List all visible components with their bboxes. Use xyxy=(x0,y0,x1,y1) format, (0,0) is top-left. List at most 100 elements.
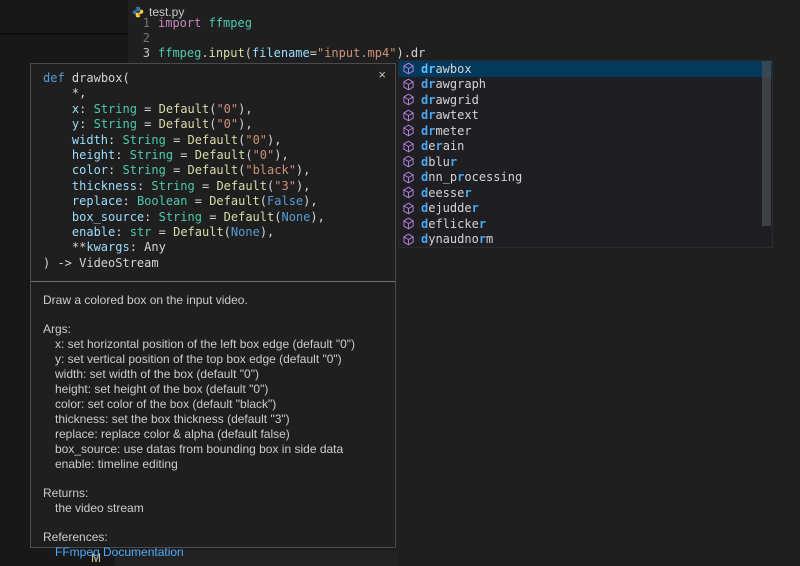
code-token: ), xyxy=(296,179,310,193)
suggestion-item[interactable]: dejudder xyxy=(399,201,772,217)
code-token: = xyxy=(173,148,195,162)
code-token: String xyxy=(122,163,165,177)
code-token: "black" xyxy=(245,163,296,177)
code-token: enable xyxy=(72,225,115,239)
code-token: "3" xyxy=(274,179,296,193)
code-token: "0" xyxy=(245,133,267,147)
code-token: ), xyxy=(267,133,281,147)
signature-line: thickness: String = Default("3"), xyxy=(43,179,375,194)
code-token: ( xyxy=(224,225,231,239)
doc-arg-line: y: set vertical position of the top box … xyxy=(55,352,383,367)
code-token: : xyxy=(79,102,93,116)
vscode-window: test.py 1import ffmpeg23ffmpeg.input(fil… xyxy=(0,0,800,566)
suggestion-item[interactable]: drawbox xyxy=(399,61,772,77)
doc-args-label: Args: xyxy=(43,322,383,337)
ffmpeg-documentation-link[interactable]: FFmpeg Documentation xyxy=(55,545,184,559)
docstring: Draw a colored box on the input video. A… xyxy=(31,282,395,560)
symbol-method-icon xyxy=(402,108,416,122)
code-token: ) -> VideoStream xyxy=(43,256,159,270)
code-token: Any xyxy=(144,240,166,254)
suggestion-item[interactable]: deesser xyxy=(399,185,772,201)
signature-line: box_source: String = Default(None), xyxy=(43,210,375,225)
symbol-method-icon xyxy=(402,155,416,169)
code-token: box_source xyxy=(72,210,144,224)
code-token: color xyxy=(72,163,108,177)
suggestion-label: deflicker xyxy=(421,217,486,231)
code-token: : xyxy=(115,225,129,239)
code-token: : xyxy=(115,148,129,162)
code-token: height xyxy=(72,148,115,162)
doc-summary: Draw a colored box on the input video. xyxy=(43,293,383,308)
signature-line: def drawbox( xyxy=(43,71,375,86)
code-token: filename xyxy=(252,46,310,60)
code-token xyxy=(65,71,72,85)
suggestion-label: deesser xyxy=(421,186,472,200)
suggestion-item[interactable]: dynaudnorm xyxy=(399,232,772,248)
code-token: "0" xyxy=(253,148,275,162)
code-token xyxy=(43,225,72,239)
line-number: 1 xyxy=(128,16,150,31)
code-token: ), xyxy=(238,102,252,116)
code-line[interactable]: 1import ffmpeg xyxy=(128,16,800,31)
code-token: Default xyxy=(173,225,224,239)
code-token: ), xyxy=(260,225,274,239)
symbol-method-icon xyxy=(402,201,416,215)
suggestion-item[interactable]: dnn_processing xyxy=(399,170,772,186)
code-editor[interactable]: 1import ffmpeg23ffmpeg.input(filename="i… xyxy=(128,16,800,61)
doc-arg-line: width: set width of the box (default "0"… xyxy=(55,367,383,382)
symbol-method-icon xyxy=(402,232,416,246)
suggest-widget: drawboxdrawgraphdrawgriddrawtextdrmeterd… xyxy=(398,60,773,248)
doc-references-label: References: xyxy=(43,530,383,545)
code-token: String xyxy=(151,179,194,193)
code-token: = xyxy=(151,225,173,239)
code-token: = xyxy=(166,163,188,177)
close-icon[interactable]: × xyxy=(378,68,386,81)
code-token: ), xyxy=(303,194,317,208)
code-line[interactable]: 3ffmpeg.input(filename="input.mp4").dr xyxy=(128,46,800,61)
symbol-method-icon xyxy=(402,124,416,138)
suggestion-item[interactable]: drawtext xyxy=(399,108,772,124)
doc-arg-line: height: set height of the box (default "… xyxy=(55,382,383,397)
suggestion-item[interactable]: drawgraph xyxy=(399,77,772,93)
code-token: Default xyxy=(224,210,275,224)
code-token: import xyxy=(158,16,201,30)
doc-arg-line: enable: timeline editing xyxy=(55,457,383,472)
suggestion-item[interactable]: drmeter xyxy=(399,123,772,139)
doc-arg-line: box_source: use datas from bounding box … xyxy=(55,442,383,457)
code-token: : xyxy=(108,163,122,177)
code-token: Default xyxy=(216,179,267,193)
code-token: ), xyxy=(238,117,252,131)
code-token: ) xyxy=(396,46,403,60)
code-token: "0" xyxy=(216,102,238,116)
code-token: replace xyxy=(72,194,123,208)
suggestion-item[interactable]: derain xyxy=(399,139,772,155)
code-token xyxy=(201,16,208,30)
code-token xyxy=(43,148,72,162)
code-token: Boolean xyxy=(137,194,188,208)
code-line[interactable]: 2 xyxy=(128,31,800,46)
code-token xyxy=(43,102,72,116)
symbol-method-icon xyxy=(402,77,416,91)
code-token: ), xyxy=(310,210,324,224)
signature-line: x: String = Default("0"), xyxy=(43,102,375,117)
symbol-method-icon xyxy=(402,139,416,153)
code-token: = xyxy=(195,179,217,193)
code-token: : xyxy=(108,133,122,147)
code-token: Default xyxy=(188,133,239,147)
code-token xyxy=(43,117,72,131)
doc-arg-line: replace: replace color & alpha (default … xyxy=(55,427,383,442)
code-token: String xyxy=(94,102,137,116)
line-number: 3 xyxy=(128,46,150,61)
code-token: kwargs xyxy=(86,240,129,254)
suggestion-item[interactable]: dblur xyxy=(399,154,772,170)
code-token: input xyxy=(209,46,245,60)
suggestion-item[interactable]: deflicker xyxy=(399,216,772,232)
code-token: thickness xyxy=(72,179,137,193)
suggestion-label: drawgrid xyxy=(421,93,479,107)
suggestion-item[interactable]: drawgrid xyxy=(399,92,772,108)
symbol-method-icon xyxy=(402,217,416,231)
code-token xyxy=(43,163,72,177)
symbol-method-icon xyxy=(402,170,416,184)
suggest-scrollbar[interactable] xyxy=(762,61,771,226)
code-token: = xyxy=(137,102,159,116)
